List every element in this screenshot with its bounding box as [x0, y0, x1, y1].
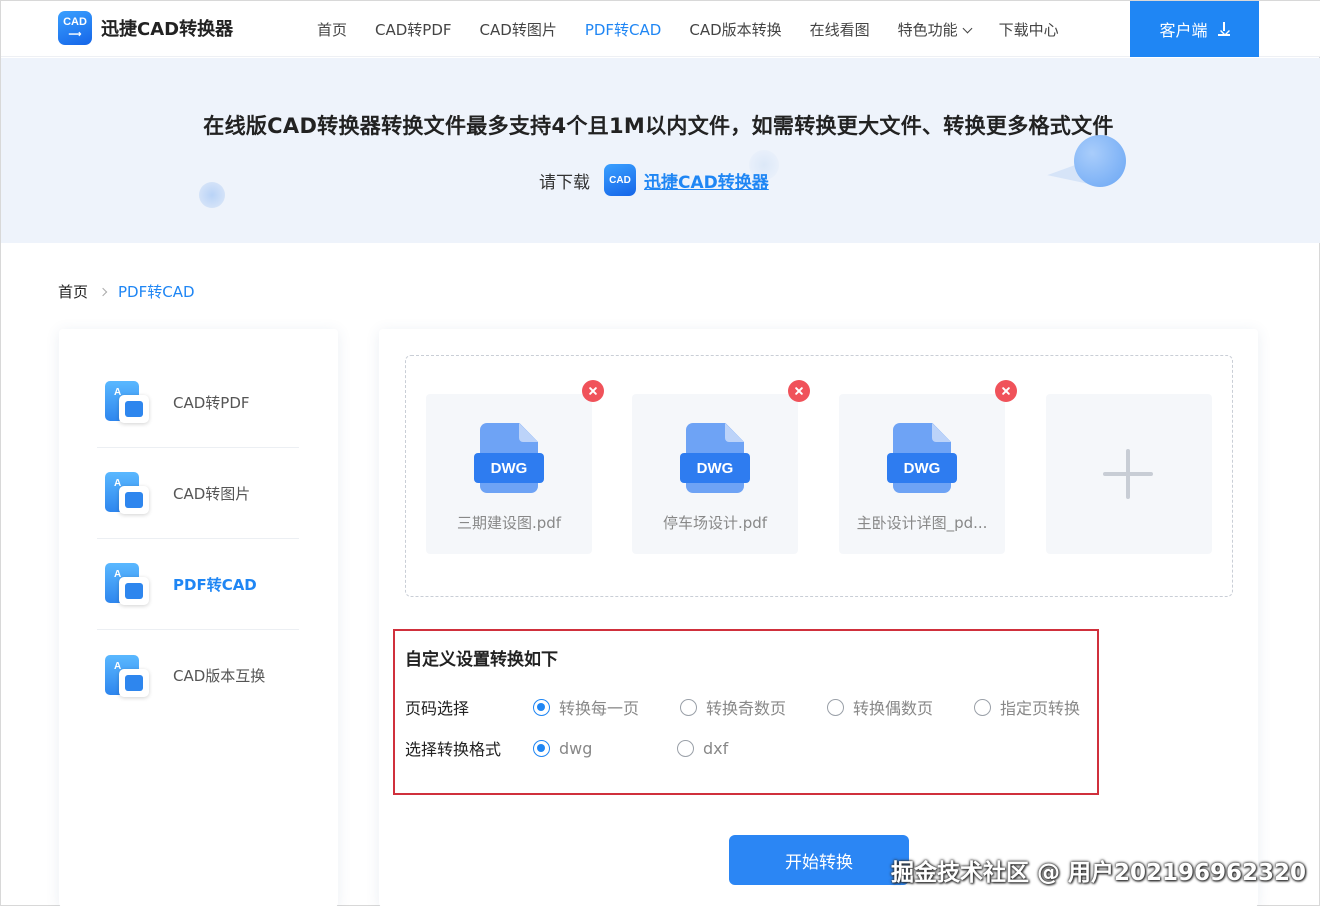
banner-pre-text: 请下载 [539, 172, 590, 193]
radio-dwg[interactable]: dwg [533, 739, 677, 758]
banner-app-link[interactable]: 迅捷CAD转换器 [644, 168, 769, 193]
conversion-settings: 自定义设置转换如下 页码选择 转换每一页 转换奇数页 转换偶数页 指定页转换 选… [393, 629, 1099, 795]
sidebar-item-cad-to-image[interactable]: A CAD转图片 [97, 448, 299, 539]
decor-bubble [199, 182, 225, 208]
nav-features[interactable]: 特色功能 [897, 19, 973, 40]
file-card: DWG 三期建设图.pdf [426, 380, 604, 554]
radio-icon [974, 698, 991, 716]
sidebar-item-cad-version[interactable]: A CAD版本互换 [97, 630, 299, 721]
sidebar-item-label: CAD版本互换 [173, 667, 266, 685]
radio-icon [680, 698, 697, 716]
radio-icon [827, 698, 844, 716]
pdf-to-cad-icon: A [103, 559, 153, 609]
banner-download-line: 请下载 CAD 迅捷CAD转换器 [539, 164, 769, 196]
nav-online-viewer[interactable]: 在线看图 [810, 19, 870, 40]
cad-version-icon: A [103, 651, 153, 701]
radio-label: 指定页转换 [1000, 699, 1081, 718]
promo-banner: 在线版CAD转换器转换文件最多支持4个且1M以内文件，如需转换更大文件、转换更多… [1, 58, 1320, 243]
banner-title: 在线版CAD转换器转换文件最多支持4个且1M以内文件，如需转换更大文件、转换更多… [203, 114, 1114, 138]
client-download-button[interactable]: 客户端 [1130, 1, 1259, 57]
breadcrumb: 首页 PDF转CAD [58, 281, 195, 302]
radio-odd-pages[interactable]: 转换奇数页 [680, 695, 827, 719]
sidebar-item-cad-to-pdf[interactable]: A CAD转PDF [97, 357, 299, 448]
radio-label: 转换每一页 [559, 699, 640, 718]
start-convert-button[interactable]: 开始转换 [729, 835, 909, 885]
file-name: 主卧设计详图_pd... [856, 514, 988, 532]
add-file-button[interactable] [1046, 394, 1212, 554]
remove-file-icon[interactable] [788, 380, 810, 402]
nav-features-label: 特色功能 [897, 20, 958, 39]
file-name: 停车场设计.pdf [662, 514, 768, 532]
settings-title: 自定义设置转换如下 [405, 650, 558, 670]
remove-file-icon[interactable] [995, 380, 1017, 402]
top-header: CAD ⟶ 迅捷CAD转换器 首页 CAD转PDF CAD转图片 PDF转CAD … [1, 1, 1320, 57]
breadcrumb-current: PDF转CAD [118, 283, 195, 301]
format-select-label: 选择转换格式 [405, 740, 502, 759]
nav-pdf-to-cad[interactable]: PDF转CAD [585, 19, 662, 40]
sidebar-item-label: PDF转CAD [173, 575, 257, 594]
nav-cad-to-pdf[interactable]: CAD转PDF [375, 19, 452, 40]
sidebar-item-pdf-to-cad[interactable]: A PDF转CAD [97, 539, 299, 630]
nav-home[interactable]: 首页 [317, 19, 347, 40]
dwg-file-icon: DWG [680, 423, 750, 493]
radio-specified-pages[interactable]: 指定页转换 [974, 695, 1080, 719]
radio-icon [533, 739, 550, 757]
radio-even-pages[interactable]: 转换偶数页 [827, 695, 974, 719]
watermark-text: 掘金技术社区 @ 用户202196962320 [891, 860, 1307, 886]
sidebar-item-label: CAD转PDF [173, 393, 250, 412]
tool-sidebar: A CAD转PDF A CAD转图片 A PDF转CAD A CAD版本互换 [59, 329, 338, 906]
logo-badge-icon: CAD ⟶ [58, 11, 92, 45]
radio-label: 转换奇数页 [706, 699, 787, 718]
page-select-row: 页码选择 转换每一页 转换奇数页 转换偶数页 指定页转换 [405, 695, 1080, 719]
converter-panel: DWG 三期建设图.pdf DWG 停车场设计.pdf DWG 主卧设计详图_p… [379, 329, 1258, 906]
radio-icon [533, 698, 550, 716]
cad-app-icon: CAD [604, 164, 636, 196]
nav-cad-version[interactable]: CAD版本转换 [689, 19, 781, 40]
decor-ball [1074, 135, 1126, 187]
radio-every-page[interactable]: 转换每一页 [533, 695, 680, 719]
radio-label: dwg [559, 738, 593, 758]
breadcrumb-home[interactable]: 首页 [58, 281, 88, 302]
nav-download-center[interactable]: 下载中心 [999, 19, 1059, 40]
cad-to-pdf-icon: A [103, 377, 153, 427]
radio-label: dxf [703, 738, 729, 758]
remove-file-icon[interactable] [582, 380, 604, 402]
sidebar-item-label: CAD转图片 [173, 484, 251, 503]
dwg-file-icon: DWG [474, 423, 544, 493]
download-icon [1217, 22, 1230, 36]
format-select-row: 选择转换格式 dwg dxf [405, 736, 728, 760]
main-nav: 首页 CAD转PDF CAD转图片 PDF转CAD CAD版本转换 在线看图 特… [317, 1, 1087, 57]
page-select-label: 页码选择 [405, 699, 470, 718]
file-card: DWG 主卧设计详图_pd... [839, 380, 1017, 554]
site-logo[interactable]: CAD ⟶ 迅捷CAD转换器 [58, 11, 233, 45]
chevron-right-icon [98, 287, 108, 296]
file-card: DWG 停车场设计.pdf [632, 380, 810, 554]
dwg-file-icon: DWG [887, 423, 957, 493]
cad-to-image-icon: A [103, 468, 153, 518]
nav-cad-to-image[interactable]: CAD转图片 [480, 19, 557, 40]
radio-label: 转换偶数页 [853, 699, 934, 718]
radio-dxf[interactable]: dxf [677, 739, 728, 758]
client-button-label: 客户端 [1159, 21, 1208, 40]
logo-text: 迅捷CAD转换器 [101, 19, 234, 40]
file-dropzone[interactable]: DWG 三期建设图.pdf DWG 停车场设计.pdf DWG 主卧设计详图_p… [405, 355, 1233, 597]
radio-icon [677, 739, 694, 757]
file-name: 三期建设图.pdf [456, 514, 562, 532]
chevron-down-icon [962, 23, 973, 33]
